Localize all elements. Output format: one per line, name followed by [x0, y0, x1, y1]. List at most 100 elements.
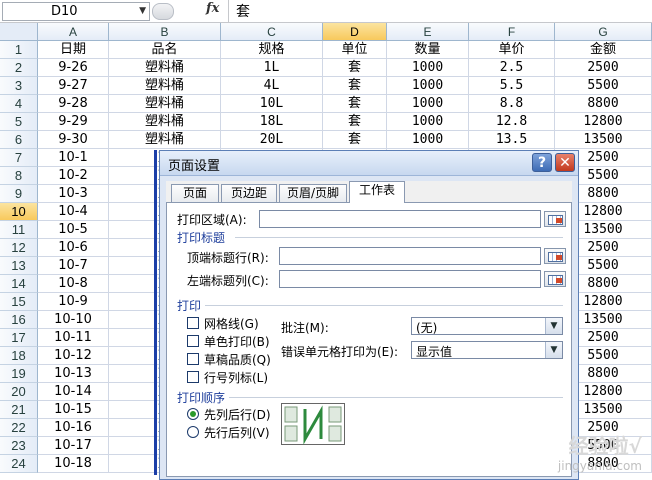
column-header-a[interactable]: A — [38, 23, 109, 41]
cell-g6[interactable]: 13500 — [555, 131, 652, 149]
row-header[interactable]: 16 — [0, 311, 38, 329]
row-header[interactable]: 5 — [0, 113, 38, 131]
row-header[interactable]: 14 — [0, 275, 38, 293]
cell-a13[interactable]: 10-7 — [38, 257, 109, 275]
dialog-titlebar[interactable]: 页面设置 ? ✕ — [160, 151, 578, 176]
row-header[interactable]: 18 — [0, 347, 38, 365]
order-down-then-over-radio[interactable] — [187, 408, 199, 420]
row-header[interactable]: 12 — [0, 239, 38, 257]
cell-g3[interactable]: 5500 — [555, 77, 652, 95]
left-cols-input[interactable] — [279, 270, 541, 288]
row-header[interactable]: 7 — [0, 149, 38, 167]
row-header[interactable]: 8 — [0, 167, 38, 185]
cell-d5[interactable]: 套 — [323, 113, 387, 131]
cell-a4[interactable]: 9-28 — [38, 95, 109, 113]
cell-a5[interactable]: 9-29 — [38, 113, 109, 131]
close-button[interactable]: ✕ — [555, 153, 575, 172]
cell-e1[interactable]: 数量 — [387, 41, 469, 59]
row-header[interactable]: 17 — [0, 329, 38, 347]
cell-a9[interactable]: 10-3 — [38, 185, 109, 203]
row-header[interactable]: 13 — [0, 257, 38, 275]
cell-c5[interactable]: 18L — [221, 113, 323, 131]
cell-f6[interactable]: 13.5 — [469, 131, 555, 149]
row-header[interactable]: 21 — [0, 401, 38, 419]
row-header[interactable]: 10 — [0, 203, 38, 221]
gridlines-checkbox[interactable] — [187, 317, 199, 329]
cell-d2[interactable]: 套 — [323, 59, 387, 77]
cell-b1[interactable]: 品名 — [109, 41, 221, 59]
cell-a15[interactable]: 10-9 — [38, 293, 109, 311]
cell-f3[interactable]: 5.5 — [469, 77, 555, 95]
row-header[interactable]: 20 — [0, 383, 38, 401]
cell-d1[interactable]: 单位 — [323, 41, 387, 59]
cell-b6[interactable]: 塑料桶 — [109, 131, 221, 149]
cell-a2[interactable]: 9-26 — [38, 59, 109, 77]
row-header[interactable]: 9 — [0, 185, 38, 203]
cell-b2[interactable]: 塑料桶 — [109, 59, 221, 77]
row-header[interactable]: 2 — [0, 59, 38, 77]
order-over-then-down-radio[interactable] — [187, 426, 199, 438]
draft-checkbox[interactable] — [187, 353, 199, 365]
chevron-down-icon[interactable]: ▼ — [139, 3, 146, 20]
row-header[interactable]: 3 — [0, 77, 38, 95]
row-header[interactable]: 19 — [0, 365, 38, 383]
row-header[interactable]: 24 — [0, 455, 38, 473]
print-area-picker-icon[interactable] — [544, 211, 566, 227]
cell-a14[interactable]: 10-8 — [38, 275, 109, 293]
top-rows-picker-icon[interactable] — [544, 248, 566, 264]
cell-a16[interactable]: 10-10 — [38, 311, 109, 329]
cell-e2[interactable]: 1000 — [387, 59, 469, 77]
insert-function-icon[interactable]: fx — [206, 1, 219, 16]
cell-a1[interactable]: 日期 — [38, 41, 109, 59]
headings-checkbox[interactable] — [187, 371, 199, 383]
select-all-corner[interactable] — [0, 23, 38, 41]
column-header-d[interactable]: D — [323, 23, 387, 41]
row-header[interactable]: 23 — [0, 437, 38, 455]
cell-a3[interactable]: 9-27 — [38, 77, 109, 95]
cell-e3[interactable]: 1000 — [387, 77, 469, 95]
errors-select[interactable]: 显示值 ▼ — [411, 341, 563, 359]
cell-a12[interactable]: 10-6 — [38, 239, 109, 257]
cell-a18[interactable]: 10-12 — [38, 347, 109, 365]
top-rows-input[interactable] — [279, 247, 541, 265]
row-header[interactable]: 22 — [0, 419, 38, 437]
row-header[interactable]: 6 — [0, 131, 38, 149]
cell-f2[interactable]: 2.5 — [469, 59, 555, 77]
cell-c4[interactable]: 10L — [221, 95, 323, 113]
help-button[interactable]: ? — [532, 153, 552, 172]
cell-c6[interactable]: 20L — [221, 131, 323, 149]
formula-input[interactable]: 套 — [236, 1, 250, 21]
chevron-down-icon[interactable]: ▼ — [545, 342, 562, 358]
cell-b3[interactable]: 塑料桶 — [109, 77, 221, 95]
cell-d4[interactable]: 套 — [323, 95, 387, 113]
row-header[interactable]: 11 — [0, 221, 38, 239]
cell-e4[interactable]: 1000 — [387, 95, 469, 113]
cell-a8[interactable]: 10-2 — [38, 167, 109, 185]
cell-g2[interactable]: 2500 — [555, 59, 652, 77]
cell-b4[interactable]: 塑料桶 — [109, 95, 221, 113]
tab-page[interactable]: 页面 — [171, 184, 219, 202]
cell-a7[interactable]: 10-1 — [38, 149, 109, 167]
cell-b5[interactable]: 塑料桶 — [109, 113, 221, 131]
tab-sheet[interactable]: 工作表 — [349, 181, 405, 203]
cell-g4[interactable]: 8800 — [555, 95, 652, 113]
cell-d6[interactable]: 套 — [323, 131, 387, 149]
cell-a21[interactable]: 10-15 — [38, 401, 109, 419]
column-header-c[interactable]: C — [221, 23, 323, 41]
cell-a6[interactable]: 9-30 — [38, 131, 109, 149]
tab-header-footer[interactable]: 页眉/页脚 — [279, 184, 347, 202]
cell-c2[interactable]: 1L — [221, 59, 323, 77]
cell-f4[interactable]: 8.8 — [469, 95, 555, 113]
cell-g1[interactable]: 金额 — [555, 41, 652, 59]
cell-a24[interactable]: 10-18 — [38, 455, 109, 473]
cell-e5[interactable]: 1000 — [387, 113, 469, 131]
cell-a17[interactable]: 10-11 — [38, 329, 109, 347]
row-header[interactable]: 4 — [0, 95, 38, 113]
cell-g5[interactable]: 12800 — [555, 113, 652, 131]
cell-a20[interactable]: 10-14 — [38, 383, 109, 401]
bw-checkbox[interactable] — [187, 335, 199, 347]
formula-bar-splitter[interactable] — [152, 3, 174, 20]
comments-select[interactable]: (无) ▼ — [411, 317, 563, 335]
chevron-down-icon[interactable]: ▼ — [545, 318, 562, 334]
cell-d3[interactable]: 套 — [323, 77, 387, 95]
